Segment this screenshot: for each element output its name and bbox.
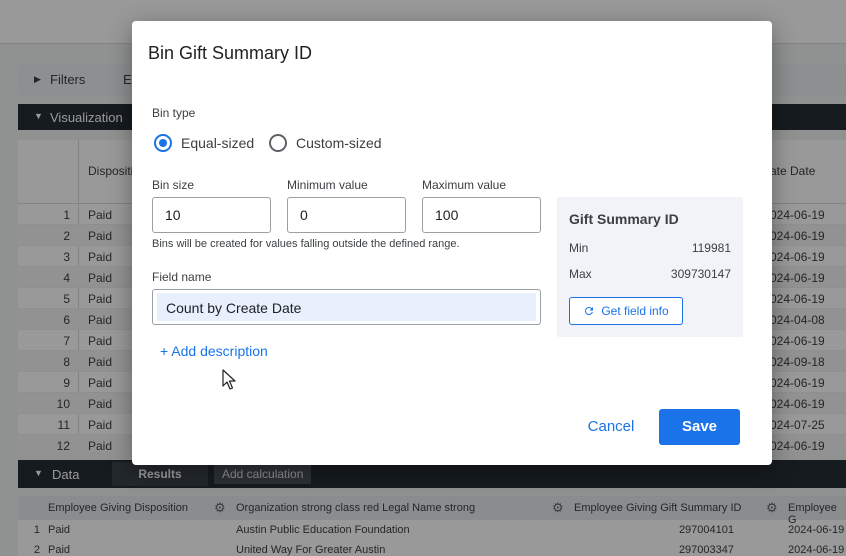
radio-equal-sized[interactable]: Equal-sized <box>154 133 254 153</box>
bin-type-label: Bin type <box>152 106 196 120</box>
max-value: 309730147 <box>670 267 731 281</box>
min-label: Min <box>569 241 589 255</box>
cancel-button[interactable]: Cancel <box>578 409 644 445</box>
minimum-value-input[interactable]: 0 <box>287 197 406 233</box>
field-info-title: Gift Summary ID <box>569 211 679 227</box>
minimum-value-label: Minimum value <box>287 178 368 192</box>
bin-size-label: Bin size <box>152 178 195 192</box>
radio-selected-icon <box>154 134 172 152</box>
field-name-value: Count by Create Date <box>157 293 536 321</box>
field-name-input[interactable]: Count by Create Date <box>152 289 541 325</box>
bin-dialog: Bin Gift Summary ID Bin type Equal-sized… <box>132 21 772 465</box>
range-hint-text: Bins will be created for values falling … <box>152 238 460 250</box>
min-value: 119981 <box>691 241 731 255</box>
maximum-value-label: Maximum value <box>422 178 507 192</box>
add-description-link[interactable]: + Add description <box>160 343 268 359</box>
mouse-pointer-icon <box>222 369 236 390</box>
save-button[interactable]: Save <box>659 409 740 445</box>
get-field-info-label: Get field info <box>601 304 669 318</box>
max-label: Max <box>569 267 592 281</box>
field-name-label: Field name <box>152 270 212 284</box>
refresh-icon <box>585 307 594 315</box>
maximum-value-input[interactable]: 100 <box>422 197 541 233</box>
radio-equal-sized-label: Equal-sized <box>181 135 255 151</box>
bin-size-input[interactable]: 10 <box>152 197 271 233</box>
radio-custom-sized[interactable]: Custom-sized <box>269 133 382 153</box>
get-field-info-button[interactable]: Get field info <box>569 297 683 325</box>
radio-unselected-icon <box>269 134 287 152</box>
dialog-title: Bin Gift Summary ID <box>148 43 313 63</box>
radio-custom-sized-label: Custom-sized <box>296 135 382 151</box>
field-info-panel: Gift Summary ID Min 119981 Max 309730147… <box>557 197 743 337</box>
